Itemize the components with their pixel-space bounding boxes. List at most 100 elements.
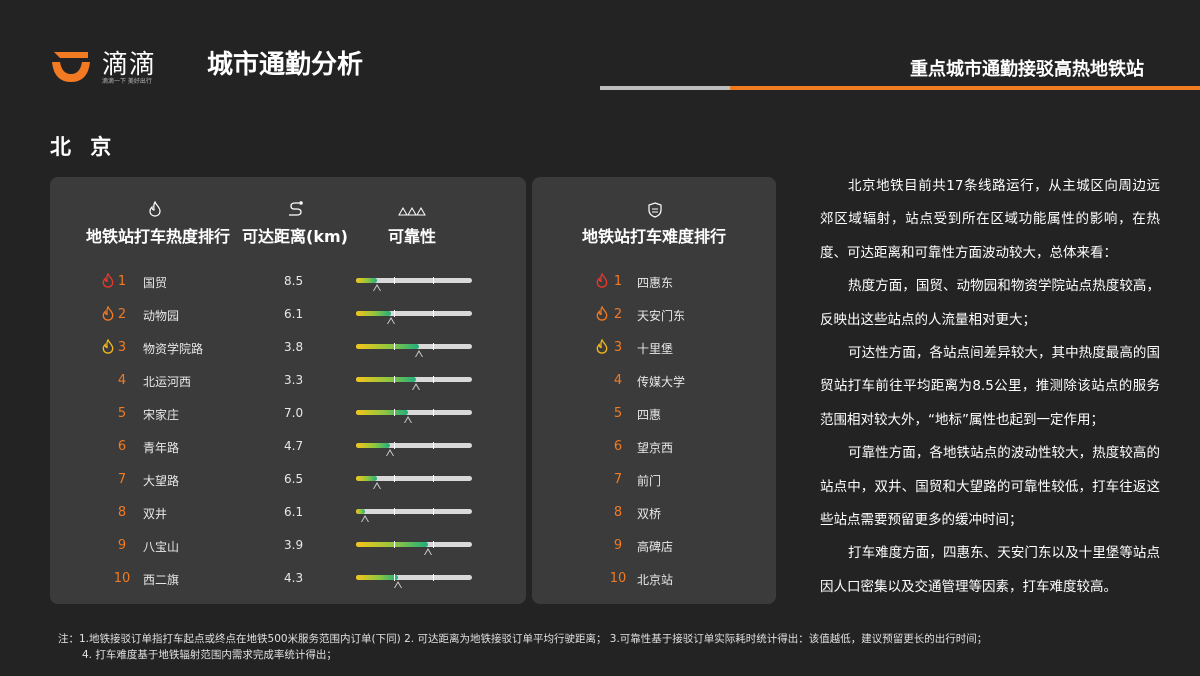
- reliability-marker: [361, 515, 369, 522]
- distance-value: 8.5: [284, 274, 304, 288]
- station-heat-header: 地铁站打车热度排行: [86, 227, 231, 246]
- rank-number: 4: [613, 373, 623, 388]
- rank-number: 7: [613, 472, 623, 487]
- station-name: 高碑店: [637, 540, 674, 554]
- station-name: 北京站: [637, 573, 674, 587]
- difficulty-rank-row: 8 双桥: [532, 504, 776, 524]
- reliability-bar-fill: [356, 575, 398, 580]
- reliability-bar-fill: [356, 410, 408, 415]
- station-name: 北运河西: [143, 375, 192, 389]
- station-name: 双桥: [637, 507, 662, 521]
- reliability-tick: [433, 376, 434, 383]
- distance-value: 6.1: [284, 307, 304, 321]
- station-name: 动物园: [143, 309, 180, 323]
- distance-value: 3.3: [284, 373, 304, 387]
- reliability-tick: [394, 376, 395, 383]
- difficulty-rank-row: 2 天安门东: [532, 305, 776, 326]
- station-name: 前门: [637, 474, 662, 488]
- description-paragraph: 打车难度方面，四惠东、天安门东以及十里堡等站点因人口密集以及交通管理等因素，打车…: [820, 545, 1160, 595]
- station-name: 双井: [143, 507, 168, 521]
- distance-value: 7.0: [284, 406, 304, 420]
- rank-number: 8: [117, 505, 127, 520]
- rank-number: 4: [117, 373, 127, 388]
- rank-number: 6: [613, 439, 623, 454]
- difficulty-rank-row: 3 十里堡: [532, 338, 776, 359]
- reliability-marker: [412, 383, 420, 390]
- reliability-bar: [356, 541, 472, 555]
- mountain-icon: [398, 205, 426, 219]
- reliability-bar-fill: [356, 476, 377, 481]
- distance-value: 3.8: [284, 340, 304, 354]
- reliability-marker: [386, 449, 394, 456]
- reliability-bar-fill: [356, 509, 365, 514]
- station-name: 青年路: [143, 441, 180, 455]
- rank-number: 5: [117, 406, 127, 421]
- footnote-line-1: 注：1.地铁接驳订单指打车起点或终点在地铁500米服务范围内订单(下同) 2. …: [58, 633, 988, 645]
- title-divider-gray: [600, 86, 730, 90]
- reliability-marker: [394, 581, 402, 588]
- reliability-bar: [356, 310, 472, 324]
- reliability-tick: [394, 409, 395, 416]
- reliability-bar-fill: [356, 542, 428, 547]
- heat-rank-row: 1 国贸 8.5: [50, 272, 526, 293]
- rank-number: 6: [117, 439, 127, 454]
- distance-value: 3.9: [284, 538, 304, 552]
- title-divider-orange: [730, 86, 1200, 90]
- reliability-marker: [373, 284, 381, 291]
- rank-number: 1: [117, 274, 127, 289]
- footnote-line-2: 4. 打车难度基于地铁辐射范围内需求完成率统计得出；: [82, 649, 337, 661]
- didi-logo-icon: [52, 52, 90, 82]
- difficulty-rank-row: 10 北京站: [532, 570, 776, 590]
- section-title: 重点城市通勤接驳高热地铁站: [910, 59, 1144, 80]
- station-name: 宋家庄: [143, 408, 180, 422]
- reliability-tick: [433, 508, 434, 515]
- station-name: 望京西: [637, 441, 674, 455]
- reliability-tick: [433, 475, 434, 482]
- reliability-bar-fill: [356, 311, 391, 316]
- reliability-tick: [394, 343, 395, 350]
- station-name: 国贸: [143, 276, 168, 290]
- shield-icon: [647, 202, 663, 221]
- difficulty-ranking-panel: 地铁站打车难度排行 1 四惠东 2 天安门东 3 十里堡 4 传媒大学 5 四惠 6 望京西 7 前门 8 双…: [532, 177, 776, 604]
- reliability-tick: [433, 574, 434, 581]
- station-name: 传媒大学: [637, 375, 686, 389]
- flame-outline-icon: [147, 200, 163, 220]
- reliability-tick: [394, 277, 395, 284]
- didi-logo: 滴滴 滴滴一下 美好出行: [48, 40, 178, 86]
- reliability-tick: [394, 541, 395, 548]
- heat-rank-row: 2 动物园 6.1: [50, 305, 526, 326]
- difficulty-rank-row: 6 望京西: [532, 438, 776, 458]
- heat-rank-row: 4 北运河西 3.3: [50, 372, 526, 392]
- rank-number: 10: [113, 571, 131, 586]
- flame-icon: [596, 305, 608, 325]
- rank-number: 7: [117, 472, 127, 487]
- station-name: 十里堡: [637, 342, 674, 356]
- page-title: 城市通勤分析: [207, 50, 364, 80]
- rank-number: 8: [613, 505, 623, 520]
- description-paragraph: 可达性方面，各站点间差异较大，其中热度最高的国贸站打车前往平均距离为8.5公里，…: [820, 345, 1160, 428]
- difficulty-rank-row: 9 高碑店: [532, 537, 776, 557]
- flame-icon: [596, 338, 608, 358]
- station-name: 天安门东: [637, 309, 686, 323]
- reliability-bar: [356, 442, 472, 456]
- reliability-bar: [356, 508, 472, 522]
- reliability-tick: [433, 310, 434, 317]
- reliability-bar: [356, 574, 472, 588]
- rank-number: 10: [609, 571, 627, 586]
- reliability-header: 可靠性: [387, 227, 436, 246]
- reliability-tick: [433, 277, 434, 284]
- rank-number: 1: [613, 274, 623, 289]
- station-name: 西二旗: [143, 573, 180, 587]
- station-name: 物资学院路: [143, 342, 204, 356]
- reliability-marker: [387, 317, 395, 324]
- reliability-bar-fill: [356, 377, 416, 382]
- reliability-tick: [394, 442, 395, 449]
- reliability-bar-fill: [356, 278, 377, 283]
- rank-number: 5: [613, 406, 623, 421]
- rank-number: 3: [117, 340, 127, 355]
- reliability-bar: [356, 277, 472, 291]
- reliability-marker: [404, 416, 412, 423]
- rank-number: 2: [117, 307, 127, 322]
- station-name: 四惠: [637, 408, 662, 422]
- footnotes: 注：1.地铁接驳订单指打车起点或终点在地铁500米服务范围内订单(下同) 2. …: [58, 631, 1168, 663]
